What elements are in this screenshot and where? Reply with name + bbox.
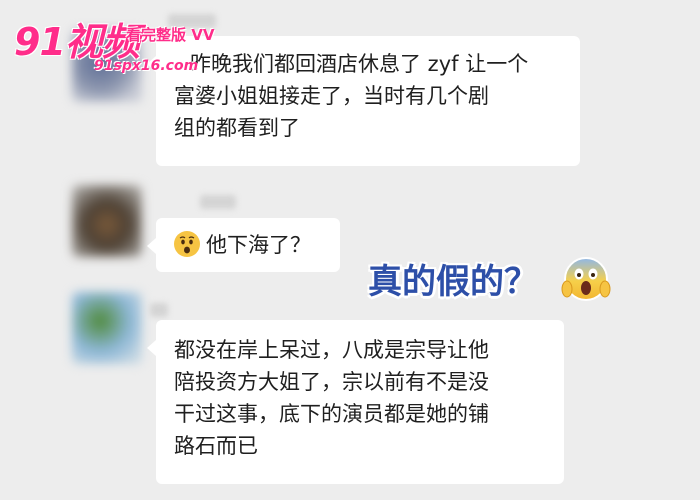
message-bubble[interactable]: 都没在岸上呆过，八成是宗导让他 陪投资方大姐了，宗以前有不是没 干过这事，底下的… bbox=[147, 320, 564, 484]
site-watermark: 91视频 看完整版 ⅤⅤ 91spx16.com bbox=[14, 18, 236, 78]
message-line: 都没在岸上呆过，八成是宗导让他 bbox=[174, 338, 489, 362]
avatar[interactable] bbox=[72, 292, 142, 364]
blurred-sender-name bbox=[200, 195, 236, 209]
message-text: 他下海了？ bbox=[206, 233, 311, 257]
message-line: 路石而已 bbox=[174, 434, 258, 458]
avatar[interactable] bbox=[72, 185, 142, 257]
message-line: 干过这事，底下的演员都是她的铺 bbox=[174, 402, 489, 426]
astonished-face-icon bbox=[174, 231, 200, 257]
screaming-face-icon bbox=[561, 257, 611, 301]
message-bubble[interactable]: 他下海了？ bbox=[147, 218, 340, 272]
message-line: 组的都看到了 bbox=[174, 116, 300, 140]
message-line: 陪投资方大姐了，宗以前有不是没 bbox=[174, 370, 489, 394]
overlay-caption: 真的假的？ bbox=[368, 262, 538, 302]
blurred-sender-name bbox=[150, 303, 168, 317]
message-line: 富婆小姐姐接走了，当时有几个剧 bbox=[174, 84, 489, 108]
watermark-url: 91spx16.com bbox=[94, 58, 199, 74]
watermark-tagline: 看完整版 ⅤⅤ bbox=[126, 26, 215, 44]
